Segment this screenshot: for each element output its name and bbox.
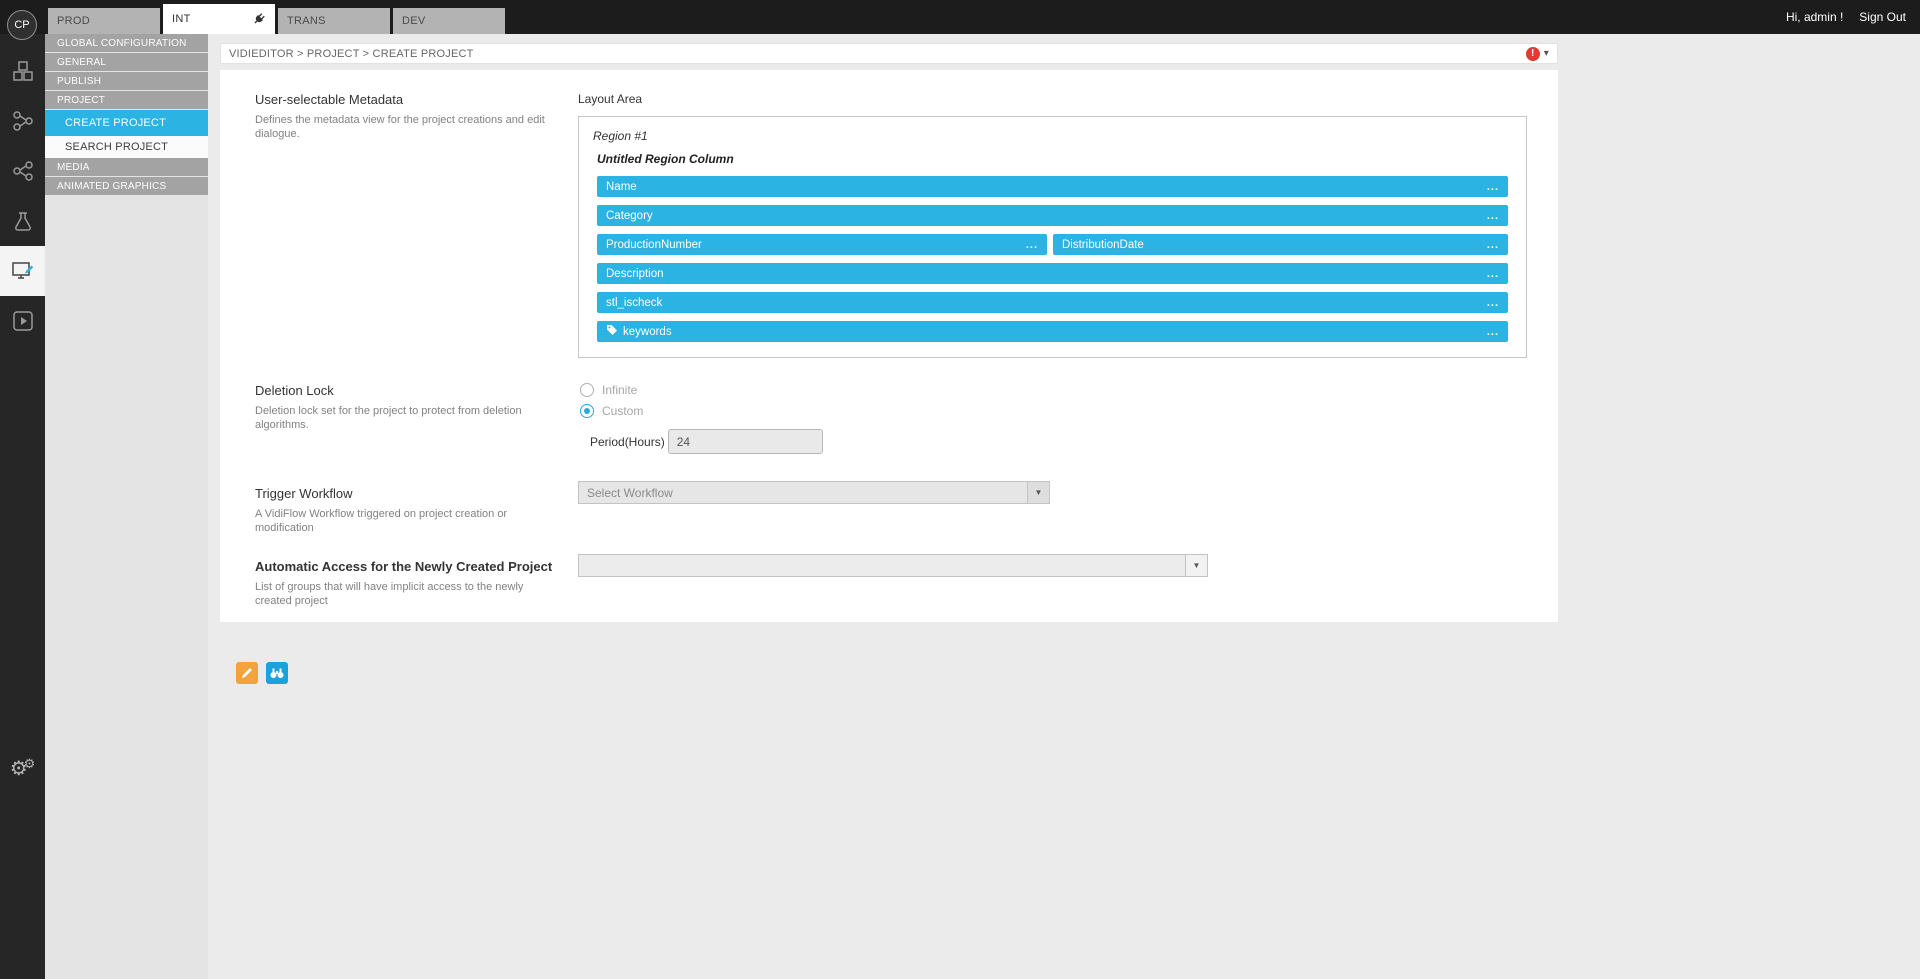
period-hours-label: Period(Hours) — [590, 435, 665, 449]
field-row: Name ... — [597, 176, 1508, 197]
sign-out-link[interactable]: Sign Out — [1859, 10, 1906, 24]
sidebar-item-general[interactable]: GENERAL — [45, 53, 208, 71]
layout-area-box: Region #1 Untitled Region Column Name ..… — [578, 116, 1527, 358]
trigger-workflow-title: Trigger Workflow — [255, 486, 554, 501]
section-trigger-workflow: Trigger Workflow A VidiFlow Workflow tri… — [255, 481, 1558, 536]
metadata-field-category[interactable]: Category ... — [597, 205, 1508, 226]
binoculars-icon — [270, 667, 284, 679]
field-row: stl_ischeck ... — [597, 292, 1508, 313]
metadata-field-stl-ischeck[interactable]: stl_ischeck ... — [597, 292, 1508, 313]
chevron-down-icon[interactable]: ▼ — [1185, 555, 1207, 576]
workflow-icon[interactable] — [0, 146, 45, 196]
workflow-select-value: Select Workflow — [587, 486, 673, 500]
form-actions — [236, 662, 1558, 684]
field-options-icon[interactable]: ... — [1487, 326, 1499, 338]
field-row: ProductionNumber ... DistributionDate ..… — [597, 234, 1508, 255]
metadata-description: Defines the metadata view for the projec… — [255, 113, 554, 142]
radio-custom[interactable]: Custom — [580, 404, 1558, 418]
player-icon[interactable] — [0, 296, 45, 346]
sidebar-item-project[interactable]: PROJECT — [45, 91, 208, 109]
section-auto-access: Automatic Access for the Newly Created P… — [255, 554, 1558, 609]
environment-tabs: PROD INT TRANS DEV — [48, 4, 505, 34]
metadata-field-keywords[interactable]: keywords ... — [597, 321, 1508, 342]
integrations-icon[interactable] — [0, 96, 45, 146]
field-row: Category ... — [597, 205, 1508, 226]
tag-icon — [606, 324, 618, 339]
lab-icon[interactable] — [0, 196, 45, 246]
radio-infinite-control[interactable] — [580, 383, 594, 397]
tab-int[interactable]: INT — [163, 4, 275, 34]
editor-config-icon[interactable] — [0, 246, 45, 296]
field-options-icon[interactable]: ... — [1487, 181, 1499, 193]
metadata-title: User-selectable Metadata — [255, 92, 554, 107]
top-bar: CP PROD INT TRANS DEV Hi, admin ! Sign O… — [0, 0, 1920, 34]
field-options-icon[interactable]: ... — [1487, 210, 1499, 222]
field-options-icon[interactable]: ... — [1026, 239, 1038, 251]
plug-icon — [249, 9, 269, 29]
region-column-title: Untitled Region Column — [597, 152, 1508, 166]
region-title: Region #1 — [593, 129, 1508, 143]
edit-button[interactable] — [236, 662, 258, 684]
auto-access-description: List of groups that will have implicit a… — [255, 580, 554, 609]
module-rail: ⚙⚙ — [0, 34, 45, 979]
field-row: Description ... — [597, 263, 1508, 284]
pencil-icon — [241, 667, 253, 679]
user-greeting: Hi, admin ! — [1786, 10, 1843, 24]
radio-custom-control[interactable] — [580, 404, 594, 418]
sidebar-item-global-configuration[interactable]: GLOBAL CONFIGURATION — [45, 34, 208, 52]
tab-dev[interactable]: DEV — [393, 8, 505, 34]
sidebar-item-media[interactable]: MEDIA — [45, 158, 208, 176]
field-options-icon[interactable]: ... — [1487, 297, 1499, 309]
error-icon[interactable]: ! — [1526, 47, 1540, 61]
metadata-field-name[interactable]: Name ... — [597, 176, 1508, 197]
metadata-field-production-number[interactable]: ProductionNumber ... — [597, 234, 1047, 255]
section-metadata: User-selectable Metadata Defines the met… — [255, 92, 1558, 358]
field-options-icon[interactable]: ... — [1487, 239, 1499, 251]
layout-area-label: Layout Area — [578, 92, 1558, 106]
tab-prod[interactable]: PROD — [48, 8, 160, 34]
sidebar-item-publish[interactable]: PUBLISH — [45, 72, 208, 90]
main-area: VIDIEDITOR > PROJECT > CREATE PROJECT ! … — [208, 34, 1920, 979]
metadata-field-description[interactable]: Description ... — [597, 263, 1508, 284]
create-project-form: User-selectable Metadata Defines the met… — [220, 70, 1558, 622]
sidebar-item-animated-graphics[interactable]: ANIMATED GRAPHICS — [45, 177, 208, 195]
settings-gears-icon[interactable]: ⚙⚙ — [0, 756, 45, 781]
app-logo: CP — [7, 10, 37, 40]
tab-trans[interactable]: TRANS — [278, 8, 390, 34]
sidebar-item-search-project[interactable]: SEARCH PROJECT — [45, 136, 208, 158]
modules-icon[interactable] — [0, 46, 45, 96]
breadcrumb: VIDIEDITOR > PROJECT > CREATE PROJECT — [229, 48, 474, 60]
auto-access-title: Automatic Access for the Newly Created P… — [255, 559, 554, 574]
trigger-workflow-description: A VidiFlow Workflow triggered on project… — [255, 507, 554, 536]
breadcrumb-bar: VIDIEDITOR > PROJECT > CREATE PROJECT ! … — [220, 43, 1558, 64]
workflow-select[interactable]: Select Workflow ▼ — [578, 481, 1050, 504]
metadata-field-distribution-date[interactable]: DistributionDate ... — [1053, 234, 1508, 255]
deletion-lock-description: Deletion lock set for the project to pro… — [255, 404, 554, 433]
field-row: keywords ... — [597, 321, 1508, 342]
period-hours-input[interactable] — [668, 429, 823, 454]
config-sidebar: GLOBAL CONFIGURATION GENERAL PUBLISH PRO… — [45, 34, 208, 979]
preview-button[interactable] — [266, 662, 288, 684]
sidebar-item-create-project[interactable]: CREATE PROJECT — [45, 110, 208, 136]
chevron-down-icon[interactable]: ▾ — [1544, 48, 1549, 59]
access-groups-select[interactable]: ▼ — [578, 554, 1208, 577]
section-deletion-lock: Deletion Lock Deletion lock set for the … — [255, 383, 1558, 454]
period-row: Period(Hours) — [590, 429, 1558, 454]
field-options-icon[interactable]: ... — [1487, 268, 1499, 280]
chevron-down-icon[interactable]: ▼ — [1027, 482, 1049, 503]
radio-infinite[interactable]: Infinite — [580, 383, 1558, 397]
deletion-lock-title: Deletion Lock — [255, 383, 554, 398]
